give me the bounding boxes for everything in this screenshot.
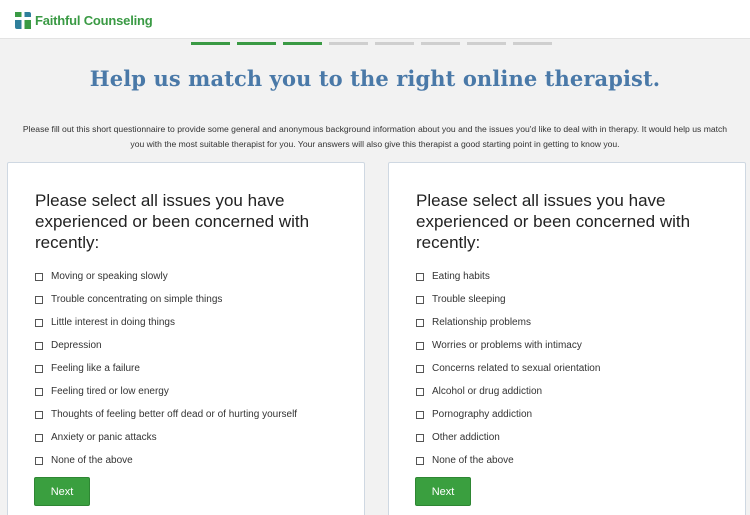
brand-logo[interactable]: Faithful Counseling bbox=[14, 9, 153, 31]
option-label: Thoughts of feeling better off dead or o… bbox=[51, 409, 298, 420]
cross-logo-icon bbox=[15, 12, 31, 29]
option-label: Trouble concentrating on simple things bbox=[51, 294, 223, 305]
intro-line-1: Please fill out this short questionnaire… bbox=[22, 124, 728, 134]
option-label: Alcohol or drug addiction bbox=[432, 386, 543, 397]
progress-step-3 bbox=[283, 42, 322, 45]
page-title: Help us match you to the right online th… bbox=[89, 66, 661, 91]
option-anxiety-panic[interactable]: Anxiety or panic attacks bbox=[35, 426, 297, 449]
progress-step-8 bbox=[513, 42, 552, 45]
option-label: Concerns related to sexual orientation bbox=[432, 363, 601, 374]
checkbox[interactable] bbox=[416, 387, 424, 396]
option-eating-habits[interactable]: Eating habits bbox=[416, 265, 600, 288]
option-pornography-addiction[interactable]: Pornography addiction bbox=[416, 403, 600, 426]
option-feeling-tired[interactable]: Feeling tired or low energy bbox=[35, 380, 297, 403]
option-trouble-sleeping[interactable]: Trouble sleeping bbox=[416, 288, 600, 311]
checkbox[interactable] bbox=[35, 387, 43, 396]
option-feeling-failure[interactable]: Feeling like a failure bbox=[35, 357, 297, 380]
card-question: Please select all issues you have experi… bbox=[416, 191, 691, 252]
option-label: Feeling tired or low energy bbox=[51, 386, 169, 397]
option-depression[interactable]: Depression bbox=[35, 334, 297, 357]
option-label: Worries or problems with intimacy bbox=[432, 340, 582, 351]
option-relationship-problems[interactable]: Relationship problems bbox=[416, 311, 600, 334]
progress-step-6 bbox=[421, 42, 460, 45]
option-label: Trouble sleeping bbox=[432, 294, 506, 305]
intro-text: Please fill out this short questionnaire… bbox=[0, 122, 750, 152]
checkbox[interactable] bbox=[35, 295, 43, 304]
brand-name: Faithful Counseling bbox=[35, 12, 153, 28]
checkbox[interactable] bbox=[416, 318, 424, 327]
checkbox[interactable] bbox=[416, 456, 424, 465]
option-label: Moving or speaking slowly bbox=[51, 271, 168, 282]
checkbox[interactable] bbox=[35, 272, 43, 281]
option-none-of-the-above[interactable]: None of the above bbox=[35, 449, 297, 472]
progress-step-7 bbox=[467, 42, 506, 45]
option-label: None of the above bbox=[432, 455, 514, 466]
checkbox[interactable] bbox=[35, 410, 43, 419]
option-other-addiction[interactable]: Other addiction bbox=[416, 426, 600, 449]
option-trouble-concentrating[interactable]: Trouble concentrating on simple things bbox=[35, 288, 297, 311]
checkbox[interactable] bbox=[35, 318, 43, 327]
option-intimacy[interactable]: Worries or problems with intimacy bbox=[416, 334, 600, 357]
next-button[interactable]: Next bbox=[34, 477, 90, 506]
option-sexual-orientation[interactable]: Concerns related to sexual orientation bbox=[416, 357, 600, 380]
progress-step-5 bbox=[375, 42, 414, 45]
checkbox[interactable] bbox=[416, 364, 424, 373]
progress-bar bbox=[191, 42, 559, 46]
option-label: Relationship problems bbox=[432, 317, 531, 328]
checkbox[interactable] bbox=[35, 341, 43, 350]
progress-step-4 bbox=[329, 42, 368, 45]
option-label: Feeling like a failure bbox=[51, 363, 140, 374]
option-label: Other addiction bbox=[432, 432, 500, 443]
option-label: Eating habits bbox=[432, 271, 490, 282]
checkbox[interactable] bbox=[416, 433, 424, 442]
checkbox[interactable] bbox=[35, 364, 43, 373]
questionnaire-card-left: Please select all issues you have experi… bbox=[7, 162, 365, 515]
checkbox[interactable] bbox=[416, 295, 424, 304]
option-moving-speaking-slowly[interactable]: Moving or speaking slowly bbox=[35, 265, 297, 288]
progress-step-2 bbox=[237, 42, 276, 45]
option-none-of-the-above[interactable]: None of the above bbox=[416, 449, 600, 472]
intro-line-2: you with the most suitable therapist for… bbox=[130, 139, 620, 149]
card-question: Please select all issues you have experi… bbox=[35, 191, 310, 252]
option-label: Little interest in doing things bbox=[51, 317, 175, 328]
checkbox[interactable] bbox=[416, 272, 424, 281]
checkbox[interactable] bbox=[35, 456, 43, 465]
option-little-interest[interactable]: Little interest in doing things bbox=[35, 311, 297, 334]
questionnaire-card-right: Please select all issues you have experi… bbox=[388, 162, 746, 515]
top-bar: Faithful Counseling bbox=[0, 0, 750, 39]
checkbox[interactable] bbox=[35, 433, 43, 442]
issue-options-list: Moving or speaking slowly Trouble concen… bbox=[35, 265, 297, 472]
option-thoughts-self-harm[interactable]: Thoughts of feeling better off dead or o… bbox=[35, 403, 297, 426]
issue-options-list: Eating habits Trouble sleeping Relations… bbox=[416, 265, 600, 472]
option-label: Depression bbox=[51, 340, 102, 351]
checkbox[interactable] bbox=[416, 341, 424, 350]
option-alcohol-drug-addiction[interactable]: Alcohol or drug addiction bbox=[416, 380, 600, 403]
option-label: Pornography addiction bbox=[432, 409, 533, 420]
option-label: None of the above bbox=[51, 455, 133, 466]
option-label: Anxiety or panic attacks bbox=[51, 432, 157, 443]
next-button[interactable]: Next bbox=[415, 477, 471, 506]
checkbox[interactable] bbox=[416, 410, 424, 419]
progress-step-1 bbox=[191, 42, 230, 45]
